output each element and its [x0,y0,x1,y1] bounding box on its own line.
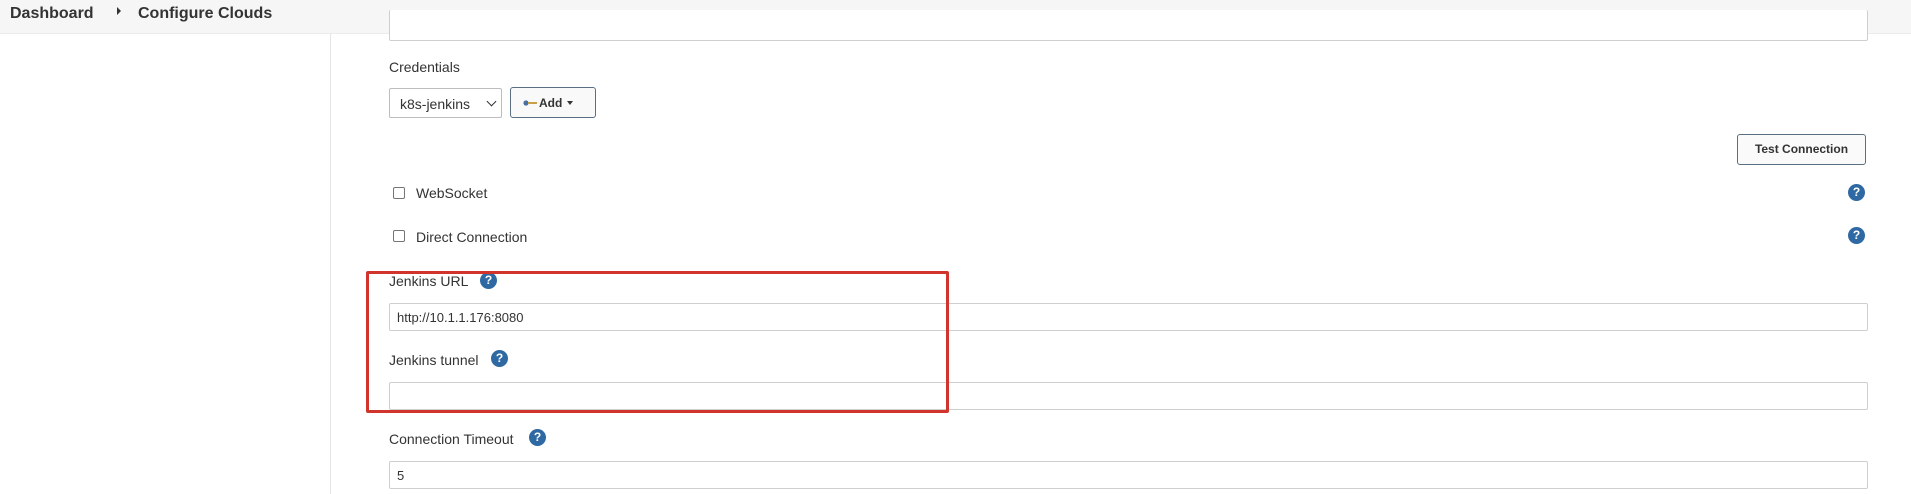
add-button-label: Add [539,96,563,110]
credentials-label: Credentials [389,59,460,75]
connection-timeout-label: Connection Timeout [389,431,514,447]
key-icon [523,100,537,106]
websocket-checkbox[interactable] [393,187,405,199]
previous-field-input[interactable] [389,10,1868,41]
chevron-down-icon [486,96,497,107]
breadcrumb-separator-icon [117,7,121,15]
credentials-selected-value: k8s-jenkins [400,96,471,112]
direct-connection-label: Direct Connection [416,229,528,245]
add-credentials-button[interactable]: Add [510,87,596,118]
side-panel-divider [330,33,331,494]
connection-timeout-input[interactable] [389,461,1868,489]
websocket-help-icon[interactable]: ? [1848,184,1865,201]
highlight-annotation-box [366,271,949,413]
test-connection-button[interactable]: Test Connection [1737,134,1866,165]
direct-connection-help-icon[interactable]: ? [1848,227,1865,244]
direct-connection-checkbox[interactable] [393,230,405,242]
breadcrumb-configure-clouds[interactable]: Configure Clouds [138,5,272,23]
breadcrumb-dashboard[interactable]: Dashboard [10,5,94,23]
connection-timeout-help-icon[interactable]: ? [529,429,546,446]
websocket-label: WebSocket [416,185,488,201]
caret-down-icon [567,101,573,105]
credentials-select[interactable]: k8s-jenkins [389,88,502,118]
